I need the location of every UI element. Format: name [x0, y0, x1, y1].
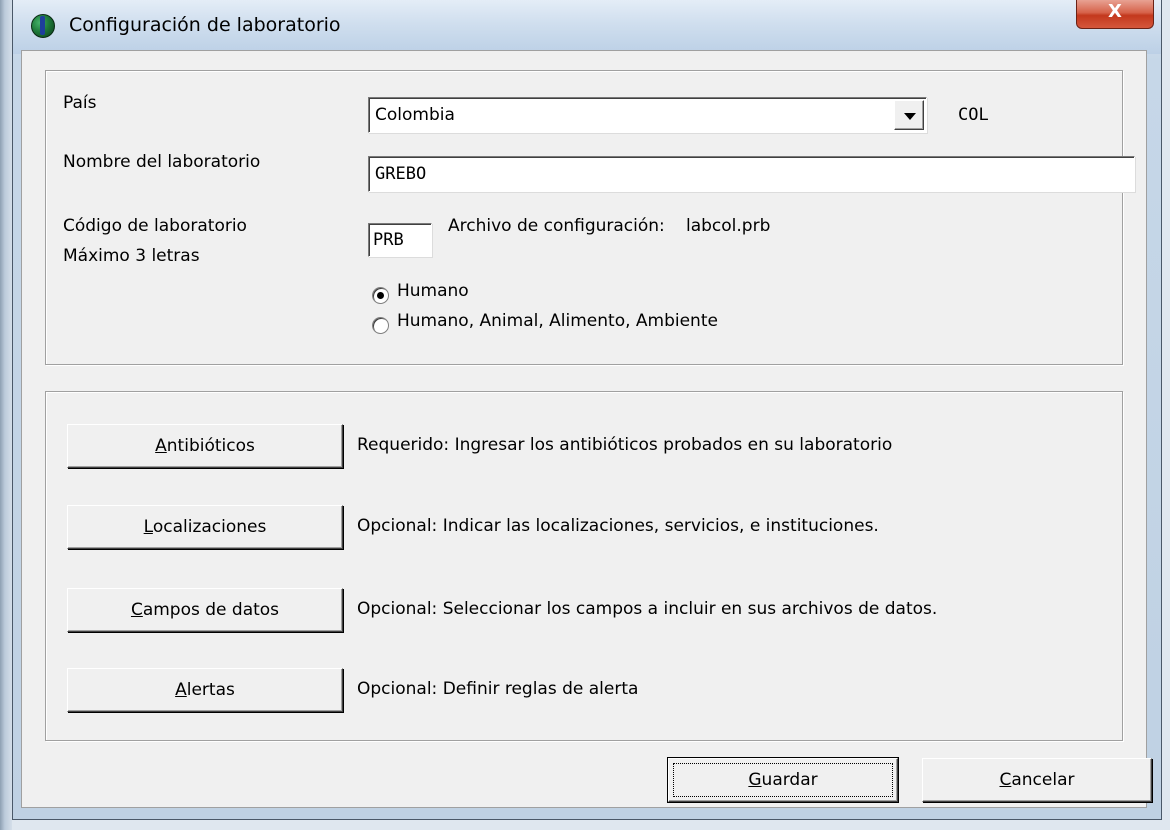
pais-label: País — [63, 93, 97, 113]
dialog-client-area: País Colombia COL Nombre del laboratorio… — [21, 50, 1152, 808]
nombre-label: Nombre del laboratorio — [63, 152, 261, 172]
campos-de-datos-button[interactable]: Campos de datos — [67, 588, 343, 632]
archivo-label: Archivo de configuración: — [448, 216, 665, 236]
campos-de-datos-description: Opcional: Seleccionar los campos a inclu… — [357, 599, 938, 619]
pais-code: COL — [958, 105, 989, 125]
radio-humano-label[interactable]: Humano — [397, 281, 469, 301]
localizaciones-button[interactable]: Localizaciones — [67, 505, 343, 549]
dialog-window: Configuración de laboratorio X País Colo… — [12, 0, 1162, 820]
chevron-down-icon[interactable] — [894, 100, 924, 130]
pais-selected-value: Colombia — [375, 105, 455, 125]
codigo-input[interactable]: PRB — [368, 223, 432, 257]
antibioticos-button[interactable]: Antibióticos — [67, 424, 343, 468]
alertas-button[interactable]: Alertas — [67, 668, 343, 712]
radio-humano-animal-alimento-ambiente-label[interactable]: Humano, Animal, Alimento, Ambiente — [397, 311, 718, 331]
radio-humano-animal-alimento-ambiente[interactable] — [372, 317, 389, 334]
window-title: Configuración de laboratorio — [69, 14, 341, 36]
lab-config-group: País Colombia COL Nombre del laboratorio… — [45, 70, 1135, 365]
cancelar-button[interactable]: Cancelar — [922, 758, 1152, 802]
focus-indicator — [673, 763, 893, 797]
localizaciones-description: Opcional: Indicar las localizaciones, se… — [357, 516, 879, 536]
close-button[interactable]: X — [1076, 0, 1154, 29]
pais-combobox[interactable]: Colombia — [368, 97, 927, 133]
background-window-edge — [0, 0, 12, 830]
radio-humano[interactable] — [372, 287, 389, 304]
nombre-input[interactable]: GREBO — [368, 156, 1135, 192]
codigo-label: Código de laboratorio — [63, 216, 247, 236]
archivo-value: labcol.prb — [686, 216, 771, 236]
globe-icon — [31, 14, 55, 38]
guardar-button[interactable]: Guardar — [668, 758, 898, 802]
alertas-description: Opcional: Definir reglas de alerta — [357, 679, 639, 699]
codigo-hint: Máximo 3 letras — [63, 246, 200, 266]
codigo-input-value: PRB — [373, 230, 404, 250]
setup-sections-group: Antibióticos Requerido: Ingresar los ant… — [45, 391, 1123, 741]
title-bar[interactable]: Configuración de laboratorio X — [13, 0, 1161, 54]
antibioticos-description: Requerido: Ingresar los antibióticos pro… — [357, 435, 893, 455]
nombre-input-value: GREBO — [375, 164, 427, 184]
